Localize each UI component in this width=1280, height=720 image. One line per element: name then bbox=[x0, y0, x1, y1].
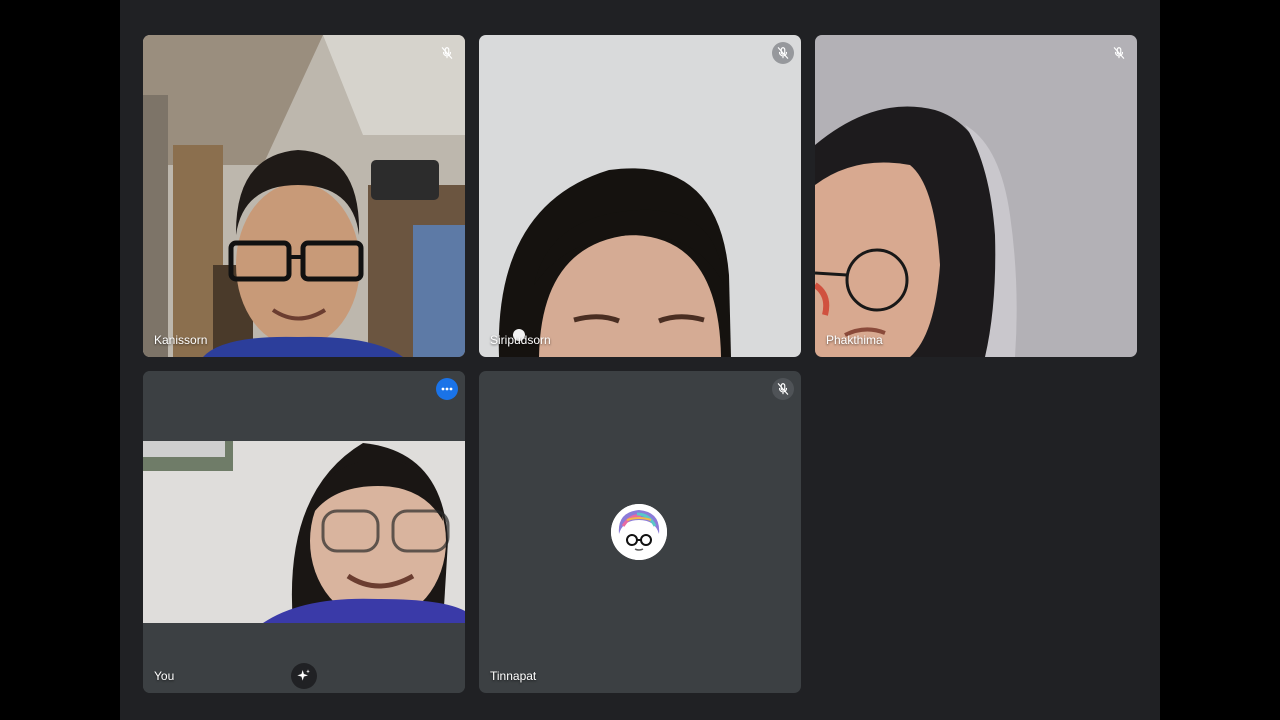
participant-video-kanissorn bbox=[143, 35, 465, 357]
participant-name: You bbox=[154, 669, 175, 683]
participant-tile-you[interactable]: You bbox=[143, 371, 465, 693]
participant-tile-kanissorn[interactable]: Kanissorn bbox=[143, 35, 465, 357]
participant-tile-tinnapat[interactable]: Tinnapat bbox=[479, 371, 801, 693]
visual-effects-icon[interactable] bbox=[291, 663, 317, 689]
participant-name: Tinnapat bbox=[490, 669, 537, 683]
profile-avatar bbox=[611, 504, 667, 560]
participant-name: Kanissorn bbox=[154, 333, 208, 347]
participant-video-siripudsorn bbox=[479, 35, 801, 357]
mic-off-icon bbox=[1108, 42, 1130, 64]
mic-off-icon bbox=[436, 42, 458, 64]
participant-video-phakthima bbox=[815, 35, 1137, 357]
participant-tile-phakthima[interactable]: Phakthima bbox=[815, 35, 1137, 357]
meeting-stage: Kanissorn Siripudsorn Phakthima You Tinn… bbox=[120, 0, 1160, 720]
participant-video-you bbox=[143, 371, 465, 693]
participant-tile-siripudsorn[interactable]: Siripudsorn bbox=[479, 35, 801, 357]
participant-name: Siripudsorn bbox=[490, 333, 551, 347]
mic-off-icon bbox=[772, 42, 794, 64]
mic-off-icon bbox=[772, 378, 794, 400]
participant-name: Phakthima bbox=[826, 333, 883, 347]
more-options-icon[interactable] bbox=[436, 378, 458, 400]
